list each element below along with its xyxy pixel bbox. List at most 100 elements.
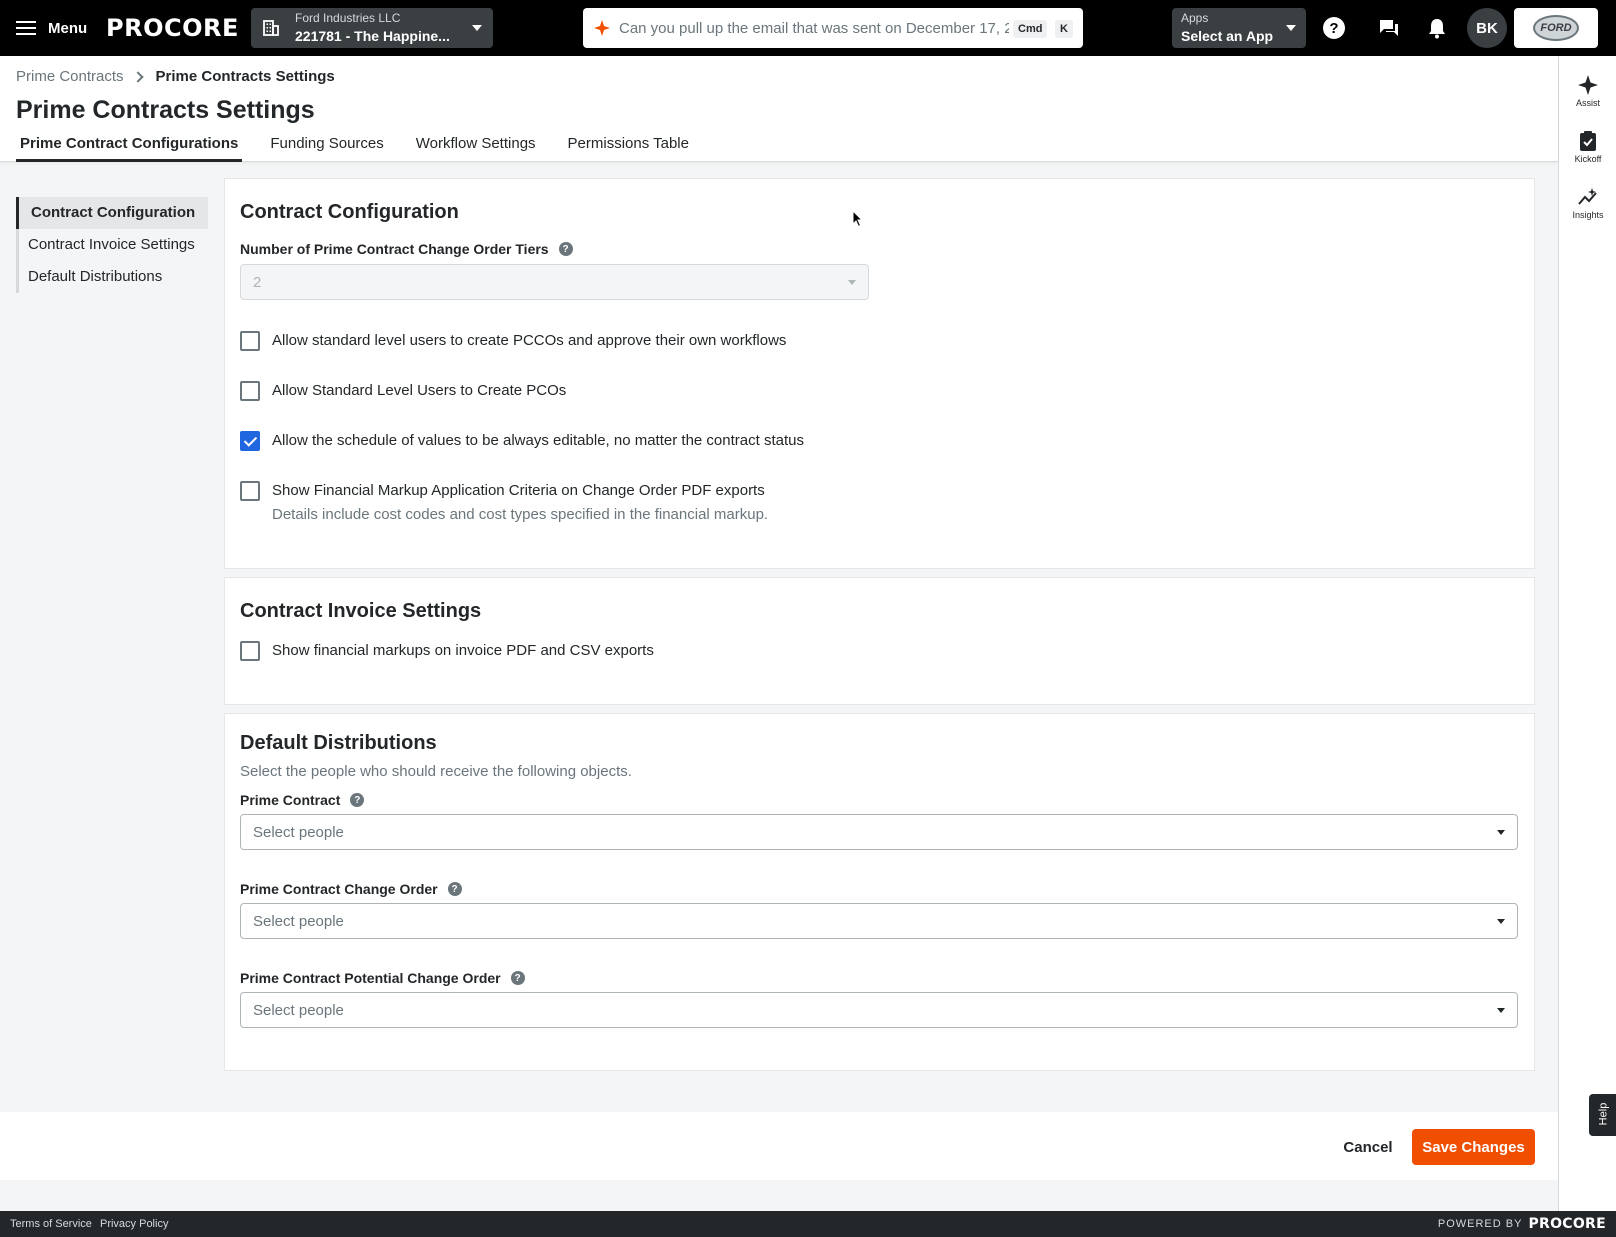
tiers-label-text: Number of Prime Contract Change Order Ti… [240, 241, 549, 257]
page-header: Prime Contracts Prime Contracts Settings… [0, 56, 1558, 162]
cancel-button[interactable]: Cancel [1333, 1129, 1403, 1165]
contract-configuration-title: Contract Configuration [240, 201, 459, 223]
sparkle-icon [594, 20, 610, 36]
pcco-people-select[interactable]: Select people [240, 903, 1518, 939]
footer-bar: Terms of Service Privacy Policy POWERED … [0, 1211, 1616, 1237]
building-icon [263, 20, 279, 36]
terms-of-service-link[interactable]: Terms of Service [10, 1218, 92, 1230]
pco-people-select[interactable]: Select people [240, 992, 1518, 1028]
help-icon[interactable]: ? [1320, 14, 1348, 42]
checkbox-row-markup-criteria: Show Financial Markup Application Criter… [240, 481, 768, 525]
insights-rail-button[interactable]: Insights [1559, 180, 1616, 230]
prime-contract-people-select[interactable]: Select people [240, 814, 1518, 850]
svg-text:?: ? [1329, 20, 1338, 37]
insights-rail-label: Insights [1572, 210, 1604, 220]
side-nav-default-distributions[interactable]: Default Distributions [19, 261, 208, 293]
menu-button[interactable]: Menu [16, 14, 87, 42]
chevron-right-icon [131, 70, 144, 83]
default-distributions-card: Default Distributions Select the people … [224, 713, 1535, 1071]
menu-label: Menu [48, 19, 88, 37]
k-key-hint: K [1055, 20, 1073, 38]
allow-pcco-checkbox[interactable] [240, 331, 260, 351]
checkbox-row-invoice-markups: Show financial markups on invoice PDF an… [240, 641, 654, 661]
checkbox-row-pcco: Allow standard level users to create PCC… [240, 331, 786, 351]
breadcrumb-prime-contracts[interactable]: Prime Contracts [16, 68, 124, 85]
kickoff-rail-label: Kickoff [1574, 154, 1602, 164]
notifications-bell-icon[interactable] [1423, 14, 1451, 42]
default-distributions-description: Select the people who should receive the… [240, 763, 632, 780]
apps-label: Apps [1181, 11, 1209, 25]
sparkle-icon [1578, 75, 1598, 95]
markup-criteria-label-group: Show Financial Markup Application Criter… [272, 481, 768, 525]
markup-criteria-description: Details include cost codes and cost type… [272, 506, 769, 523]
question-icon[interactable]: ? [350, 793, 365, 807]
prime-contract-label: Prime Contract ? [240, 792, 365, 808]
assist-search-bar[interactable]: Cmd K [583, 8, 1083, 48]
help-tab-label: Help [1597, 1102, 1610, 1126]
side-nav-contract-configuration[interactable]: Contract Configuration [16, 197, 208, 229]
company-name: Ford Industries LLC [295, 11, 401, 25]
right-tool-rail: Assist Kickoff Insights [1558, 56, 1616, 1211]
chat-icon[interactable] [1375, 14, 1403, 42]
contract-configuration-card: Contract Configuration Number of Prime C… [224, 178, 1535, 569]
project-name: 221781 - The Happine... [295, 28, 450, 44]
invoice-markups-checkbox[interactable] [240, 641, 260, 661]
contract-invoice-settings-title: Contract Invoice Settings [240, 600, 482, 622]
markup-criteria-label: Show Financial Markup Application Criter… [272, 482, 765, 499]
chevron-down-icon [1497, 919, 1505, 924]
save-changes-button[interactable]: Save Changes [1412, 1129, 1535, 1165]
project-picker[interactable]: Ford Industries LLC 221781 - The Happine… [251, 8, 493, 48]
form-actions-bar: Cancel Save Changes [0, 1112, 1558, 1180]
tab-funding-sources[interactable]: Funding Sources [266, 132, 387, 162]
section-nav: Contract Configuration Contract Invoice … [16, 197, 208, 293]
settings-tabs: Prime Contract Configurations Funding So… [16, 132, 717, 162]
company-logo[interactable]: FORD [1514, 8, 1598, 48]
procore-logo[interactable]: PROCORE [106, 14, 239, 42]
apps-value: Select an App [1181, 28, 1274, 44]
side-nav-contract-invoice-settings[interactable]: Contract Invoice Settings [19, 229, 208, 261]
markup-criteria-checkbox[interactable] [240, 481, 260, 501]
tab-prime-contract-configurations[interactable]: Prime Contract Configurations [16, 132, 243, 162]
chevron-down-icon [1286, 25, 1296, 31]
tiers-label: Number of Prime Contract Change Order Ti… [240, 241, 573, 257]
help-tab[interactable]: Help [1589, 1094, 1616, 1136]
mouse-cursor-icon [852, 210, 864, 228]
checkbox-row-pco: Allow Standard Level Users to Create PCO… [240, 381, 566, 401]
tab-workflow-settings[interactable]: Workflow Settings [412, 132, 540, 162]
breadcrumb: Prime Contracts Prime Contracts Settings [16, 68, 335, 85]
search-input[interactable] [619, 16, 1009, 40]
pcco-placeholder: Select people [253, 913, 344, 930]
assist-rail-button[interactable]: Assist [1559, 68, 1616, 118]
default-distributions-title: Default Distributions [240, 732, 437, 754]
insights-icon [1578, 188, 1597, 205]
hamburger-icon [16, 21, 36, 35]
question-icon[interactable]: ? [447, 882, 462, 896]
clipboard-check-icon [1580, 131, 1596, 151]
chevron-down-icon [1497, 1008, 1505, 1013]
question-icon[interactable]: ? [510, 971, 525, 985]
tiers-select[interactable]: 2 [240, 264, 869, 300]
breadcrumb-current: Prime Contracts Settings [155, 68, 335, 85]
allow-pco-checkbox[interactable] [240, 381, 260, 401]
chevron-down-icon [1497, 830, 1505, 835]
prime-contract-label-text: Prime Contract [240, 792, 341, 808]
assist-rail-label: Assist [1575, 98, 1600, 108]
sov-editable-checkbox[interactable] [240, 431, 260, 451]
pcco-label: Prime Contract Change Order ? [240, 881, 462, 897]
user-avatar[interactable]: BK [1467, 8, 1507, 48]
pco-placeholder: Select people [253, 1002, 344, 1019]
pco-label-text: Prime Contract Potential Change Order [240, 970, 501, 986]
apps-selector[interactable]: Apps Select an App [1172, 8, 1306, 48]
question-icon[interactable]: ? [558, 242, 573, 256]
allow-pco-label: Allow Standard Level Users to Create PCO… [272, 382, 567, 399]
procore-footer-logo: PROCORE [1528, 1216, 1606, 1232]
checkbox-row-sov: Allow the schedule of values to be alway… [240, 431, 804, 451]
cmd-key-hint: Cmd [1013, 20, 1048, 38]
kickoff-rail-button[interactable]: Kickoff [1559, 124, 1616, 174]
tiers-value: 2 [253, 274, 262, 291]
privacy-policy-link[interactable]: Privacy Policy [100, 1218, 168, 1230]
page-title: Prime Contracts Settings [16, 96, 315, 124]
tab-permissions-table[interactable]: Permissions Table [564, 132, 693, 162]
footer-links: Terms of Service Privacy Policy [10, 1218, 173, 1230]
powered-by-text: POWERED BY [1437, 1218, 1523, 1230]
